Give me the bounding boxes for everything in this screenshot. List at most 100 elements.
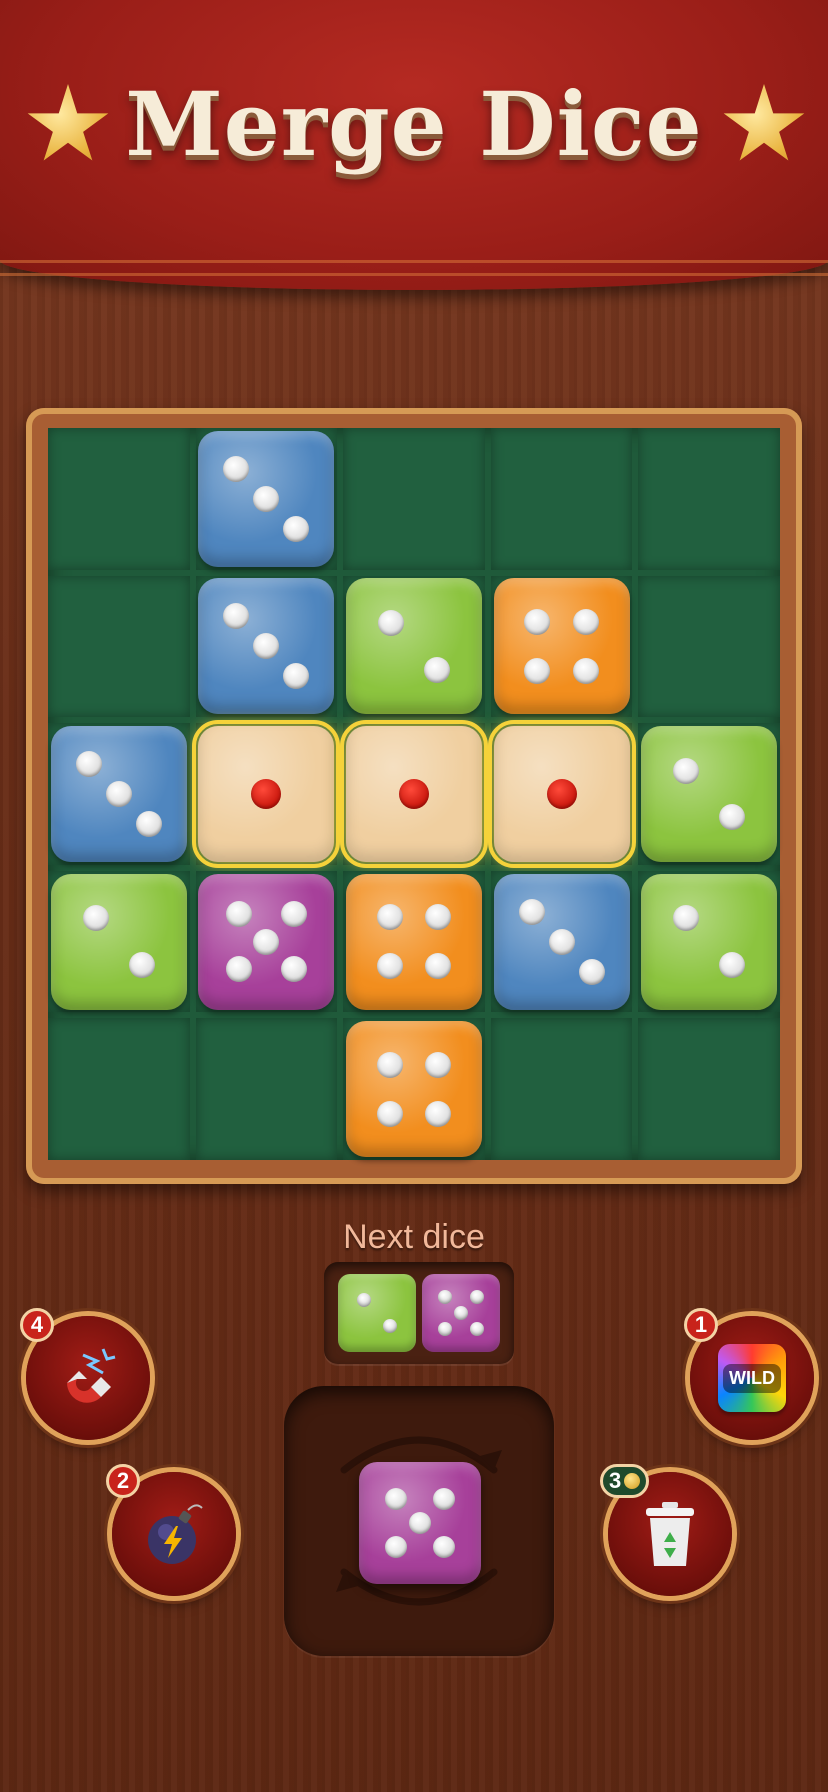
board-cell[interactable]: [638, 428, 780, 570]
die-pip: [673, 757, 700, 784]
die-pip: [469, 1321, 484, 1336]
board-cell[interactable]: [339, 719, 488, 868]
bomb-count-badge: 2: [106, 1464, 140, 1498]
next-die-green-2: [338, 1274, 416, 1352]
die-purple-5: [198, 873, 335, 1010]
die-pip: [135, 810, 162, 837]
die-green-2: [641, 873, 778, 1010]
die-orange-4: [493, 578, 630, 715]
die-pip: [409, 1512, 431, 1534]
current-die[interactable]: [359, 1462, 481, 1584]
board-cell[interactable]: [48, 428, 190, 570]
die-pip: [253, 928, 280, 955]
die-blue-3: [198, 430, 335, 567]
die-pip: [425, 904, 452, 931]
bomb-powerup-button[interactable]: 2: [106, 1464, 236, 1596]
die-green-2: [50, 873, 187, 1010]
magnet-icon: [67, 1348, 116, 1403]
trash-powerup-button[interactable]: 3: [600, 1464, 732, 1596]
die-blue-3: [50, 725, 187, 862]
board-cell[interactable]: [195, 428, 338, 570]
board-cell[interactable]: [638, 870, 780, 1013]
die-pip: [398, 778, 429, 809]
die-wood-1: [339, 719, 488, 868]
die-pip: [283, 515, 310, 542]
coin-icon: [624, 1473, 641, 1489]
die-pip: [578, 958, 605, 985]
board-cell[interactable]: [487, 719, 636, 868]
die-orange-4: [345, 1021, 482, 1158]
board-cell[interactable]: [192, 719, 341, 868]
trash-cost-badge: 3: [600, 1464, 650, 1498]
die-pip: [376, 953, 403, 980]
die-blue-3: [198, 578, 335, 715]
die-pip: [223, 603, 250, 630]
die-pip: [546, 778, 577, 809]
die-pip: [223, 455, 250, 482]
die-pip: [383, 1319, 398, 1334]
board-cell[interactable]: [195, 575, 338, 718]
board-cell[interactable]: [490, 870, 633, 1013]
next-dice-tray: [324, 1262, 514, 1364]
board-cell[interactable]: [638, 575, 780, 718]
die-green-2: [641, 725, 778, 862]
next-die-purple-5: [422, 1274, 500, 1352]
die-pip: [226, 955, 253, 982]
die-pip: [356, 1292, 371, 1307]
die-pip: [469, 1290, 484, 1305]
die-pip: [425, 1100, 452, 1127]
board-cell[interactable]: [48, 1018, 190, 1160]
die-pip: [251, 778, 282, 809]
die-pip: [433, 1487, 456, 1510]
die-pip: [424, 656, 451, 683]
die-pip: [438, 1290, 453, 1305]
die-wood-1: [487, 719, 636, 868]
board-cell[interactable]: [490, 1018, 633, 1160]
wild-count-badge: 1: [684, 1308, 718, 1342]
board-cell[interactable]: [638, 1018, 780, 1160]
die-pip: [105, 780, 132, 807]
die-pip: [128, 951, 155, 978]
board-cell[interactable]: [48, 870, 190, 1013]
die-blue-3: [493, 873, 630, 1010]
board-cell[interactable]: [48, 723, 190, 865]
title-banner: Merge Dice: [0, 0, 828, 290]
die-pip: [719, 951, 746, 978]
game-board: [48, 428, 780, 1160]
board-cell[interactable]: [490, 428, 633, 570]
board-cell[interactable]: [490, 575, 633, 718]
die-pip: [384, 1487, 407, 1510]
die-pip: [376, 1051, 403, 1078]
board-cell[interactable]: [48, 575, 190, 718]
die-pip: [454, 1306, 468, 1320]
game-title: Merge Dice: [125, 72, 703, 176]
die-pip: [518, 898, 545, 925]
board-cell[interactable]: [343, 1018, 485, 1160]
die-pip: [573, 657, 600, 684]
board-cell[interactable]: [638, 723, 780, 865]
wild-powerup-button[interactable]: 1 WILD: [684, 1308, 814, 1440]
board-cell[interactable]: [343, 575, 485, 718]
wild-label: WILD: [723, 1363, 781, 1393]
board-cell[interactable]: [343, 870, 485, 1013]
board-cell[interactable]: [195, 870, 338, 1013]
die-pip: [280, 901, 307, 928]
die-pip: [377, 610, 404, 637]
die-pip: [82, 905, 109, 932]
die-pip: [376, 904, 403, 931]
die-pip: [283, 663, 310, 690]
board-cell[interactable]: [343, 428, 485, 570]
die-green-2: [345, 578, 482, 715]
die-pip: [425, 1051, 452, 1078]
die-pip: [524, 657, 551, 684]
die-wood-1: [192, 719, 341, 868]
die-pip: [573, 608, 600, 635]
magnet-powerup-button[interactable]: 4: [20, 1308, 150, 1440]
board-cell[interactable]: [195, 1018, 338, 1160]
die-pip: [253, 633, 280, 660]
die-pip: [673, 905, 700, 932]
die-pip: [75, 751, 102, 778]
magnet-count-badge: 4: [20, 1308, 54, 1342]
die-pip: [384, 1536, 407, 1559]
die-pip: [280, 955, 307, 982]
